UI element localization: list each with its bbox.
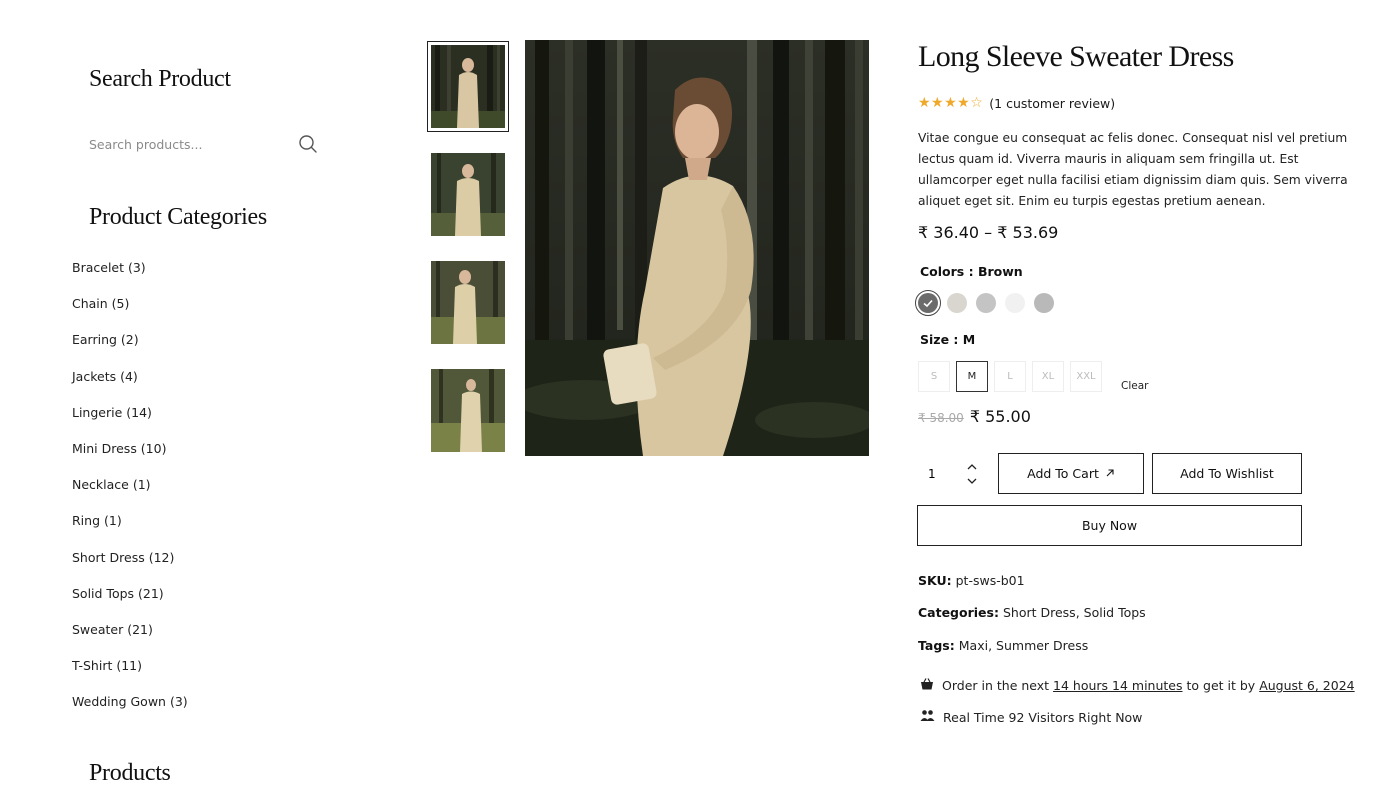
products-widget-title: Products — [89, 760, 171, 786]
color-value: Brown — [977, 264, 1023, 279]
color-swatch[interactable] — [915, 290, 941, 316]
product-title: Long Sleeve Sweater Dress — [918, 40, 1234, 73]
gallery-thumbnail[interactable] — [431, 261, 505, 344]
review-count-link[interactable]: (1 customer review) — [989, 96, 1115, 111]
category-item[interactable]: Necklace (1) — [72, 475, 188, 511]
product-description: Vitae congue eu consequat ac felis donec… — [918, 131, 1348, 208]
category-item[interactable]: Sweater (21) — [72, 620, 188, 656]
visitors-suffix: Visitors Right Now — [1028, 709, 1143, 725]
quantity-increase-icon[interactable] — [965, 462, 979, 472]
size-label: Size : — [920, 332, 959, 347]
size-option-s[interactable]: S — [918, 361, 950, 392]
order-time: 14 hours 14 minutes — [1053, 678, 1183, 693]
buy-now-button[interactable]: Buy Now — [917, 505, 1302, 546]
order-middle: to get it by — [1186, 678, 1256, 693]
color-swatches — [915, 290, 1054, 316]
category-item[interactable]: Lingerie (14) — [72, 403, 188, 439]
live-visitors: Real Time 92 Visitors Right Now — [920, 709, 1142, 725]
basket-icon — [920, 677, 934, 694]
clear-selection-link[interactable]: Clear — [1121, 380, 1148, 392]
size-option-l[interactable]: L — [994, 361, 1026, 392]
category-item[interactable]: Mini Dress (10) — [72, 439, 188, 475]
category-item[interactable]: T-Shirt (11) — [72, 656, 188, 692]
category-item[interactable]: Bracelet (3) — [72, 258, 188, 294]
price-range: ₹ 36.40 – ₹ 53.69 — [918, 223, 1059, 242]
star-rating-icon: ★★★★☆ — [918, 95, 984, 111]
category-item[interactable]: Chain (5) — [72, 294, 188, 330]
delivery-estimate: Order in the next 14 hours 14 minutes to… — [920, 677, 1355, 694]
category-link[interactable]: Solid Tops — [1084, 605, 1146, 620]
sku-value: pt-sws-b01 — [955, 573, 1025, 588]
categories-widget-title: Product Categories — [89, 204, 267, 230]
category-list: Bracelet (3) Chain (5) Earring (2) Jacke… — [72, 258, 188, 728]
current-price: ₹ 55.00 — [969, 407, 1031, 426]
sku-label: SKU: — [918, 573, 952, 588]
search-icon[interactable] — [297, 133, 319, 155]
size-label-row: Size : M — [920, 332, 975, 347]
sku-row: SKU: pt-sws-b01 — [918, 573, 1025, 588]
quantity-decrease-icon[interactable] — [965, 476, 979, 486]
tags-label: Tags: — [918, 638, 955, 653]
tag-link[interactable]: Maxi — [959, 638, 988, 653]
color-label: Colors : — [920, 264, 974, 279]
color-swatch[interactable] — [976, 293, 996, 313]
categories-row: Categories: Short Dress, Solid Tops — [918, 605, 1146, 620]
category-item[interactable]: Short Dress (12) — [72, 548, 188, 584]
arrow-up-right-icon — [1105, 466, 1115, 481]
order-prefix: Order in the next — [942, 678, 1050, 693]
category-item[interactable]: Solid Tops (21) — [72, 584, 188, 620]
add-to-cart-button[interactable]: Add To Cart — [998, 453, 1144, 494]
search-input[interactable] — [89, 130, 319, 158]
color-swatch[interactable] — [1005, 293, 1025, 313]
color-label-row: Colors : Brown — [920, 264, 1023, 279]
category-item[interactable]: Jackets (4) — [72, 367, 188, 403]
sale-price: ₹ 58.00 ₹ 55.00 — [918, 407, 1031, 426]
order-date: August 6, 2024 — [1259, 678, 1355, 693]
quantity-input[interactable] — [918, 459, 958, 489]
category-item[interactable]: Wedding Gown (3) — [72, 692, 188, 728]
category-link[interactable]: Short Dress — [1003, 605, 1076, 620]
size-option-xl[interactable]: XL — [1032, 361, 1064, 392]
color-swatch[interactable] — [947, 293, 967, 313]
users-icon — [920, 709, 935, 725]
category-item[interactable]: Ring (1) — [72, 511, 188, 547]
gallery-thumbnail[interactable] — [431, 369, 505, 452]
size-options: S M L XL XXL — [918, 361, 1102, 392]
size-option-m[interactable]: M — [956, 361, 988, 392]
search-widget-title: Search Product — [89, 66, 231, 92]
color-swatch[interactable] — [1034, 293, 1054, 313]
visitors-prefix: Real Time — [943, 709, 1005, 725]
tags-row: Tags: Maxi, Summer Dress — [918, 638, 1089, 653]
size-value: M — [962, 332, 976, 347]
add-to-cart-label: Add To Cart — [1027, 466, 1099, 481]
product-main-image[interactable] — [525, 40, 869, 456]
add-to-wishlist-button[interactable]: Add To Wishlist — [1152, 453, 1302, 494]
gallery-thumbnail[interactable] — [431, 153, 505, 236]
size-option-xxl[interactable]: XXL — [1070, 361, 1102, 392]
tag-link[interactable]: Summer Dress — [996, 638, 1088, 653]
gallery-thumbnail[interactable] — [427, 41, 509, 132]
category-item[interactable]: Earring (2) — [72, 330, 188, 366]
visitors-count: 92 — [1008, 709, 1025, 725]
categories-label: Categories: — [918, 605, 999, 620]
old-price: ₹ 58.00 — [918, 411, 964, 425]
product-rating: ★★★★☆ (1 customer review) — [918, 95, 1115, 111]
